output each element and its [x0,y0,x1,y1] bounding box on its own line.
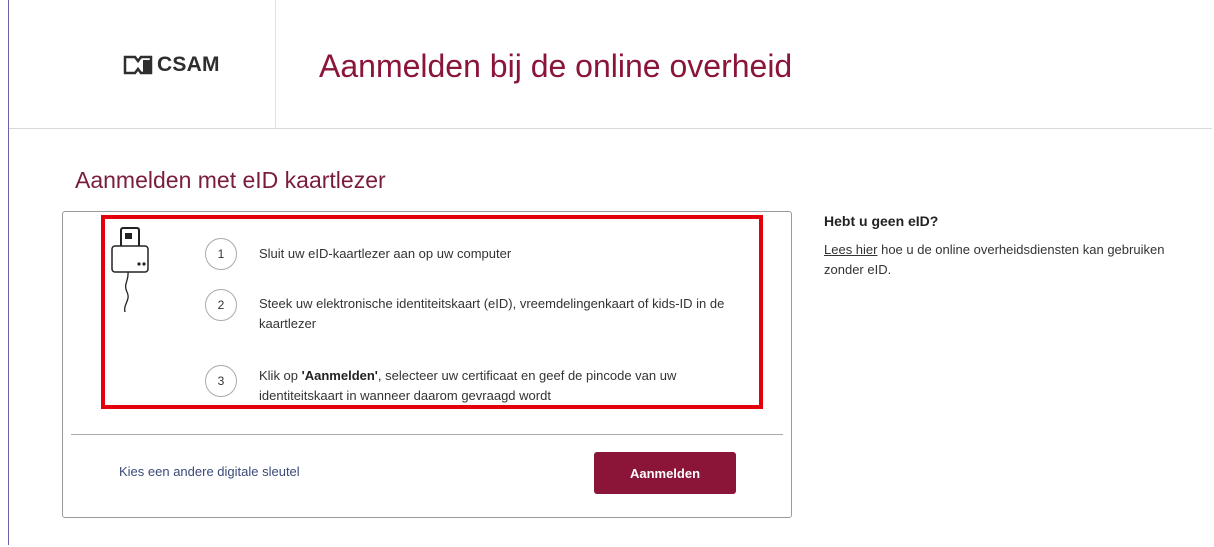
eid-login-card: 1 Sluit uw eID-kaartlezer aan op uw comp… [62,211,792,518]
step-3: 3 Klik op 'Aanmelden', selecteer uw cert… [205,365,749,406]
card-divider [71,434,783,435]
step-2: 2 Steek uw elektronische identiteitskaar… [205,289,749,334]
logo-area: CSAM [9,0,276,128]
no-eid-title: Hebt u geen eID? [824,213,939,229]
step-text: Klik op 'Aanmelden', selecteer uw certif… [259,361,749,406]
section-title: Aanmelden met eID kaartlezer [75,167,386,193]
no-eid-text: Lees hier hoe u de online overheidsdiens… [824,240,1184,280]
step-text: Sluit uw eID-kaartlezer aan op uw comput… [259,246,512,261]
step-number: 2 [205,289,237,321]
step-1: 1 Sluit uw eID-kaartlezer aan op uw comp… [205,238,749,270]
csam-logo[interactable]: CSAM [123,53,220,77]
step-text-bold: 'Aanmelden' [301,368,378,383]
step-text-pre: Klik op [259,368,302,383]
step-text: Steek uw elektronische identiteitskaart … [259,296,725,331]
csam-logo-icon [123,55,153,75]
read-here-link[interactable]: Lees hier [824,242,877,257]
step-number: 1 [205,238,237,270]
page-header: CSAM Aanmelden bij de online overheid [9,0,1212,129]
logo-text: CSAM [157,53,220,76]
login-button[interactable]: Aanmelden [594,452,736,494]
page-title: Aanmelden bij de online overheid [319,48,793,84]
other-digital-key-link[interactable]: Kies een andere digitale sleutel [119,464,300,479]
no-eid-panel: Hebt u geen eID? Lees hier hoe u de onli… [824,213,1184,280]
card-reader-icon [111,227,149,313]
step-number: 3 [205,365,237,397]
